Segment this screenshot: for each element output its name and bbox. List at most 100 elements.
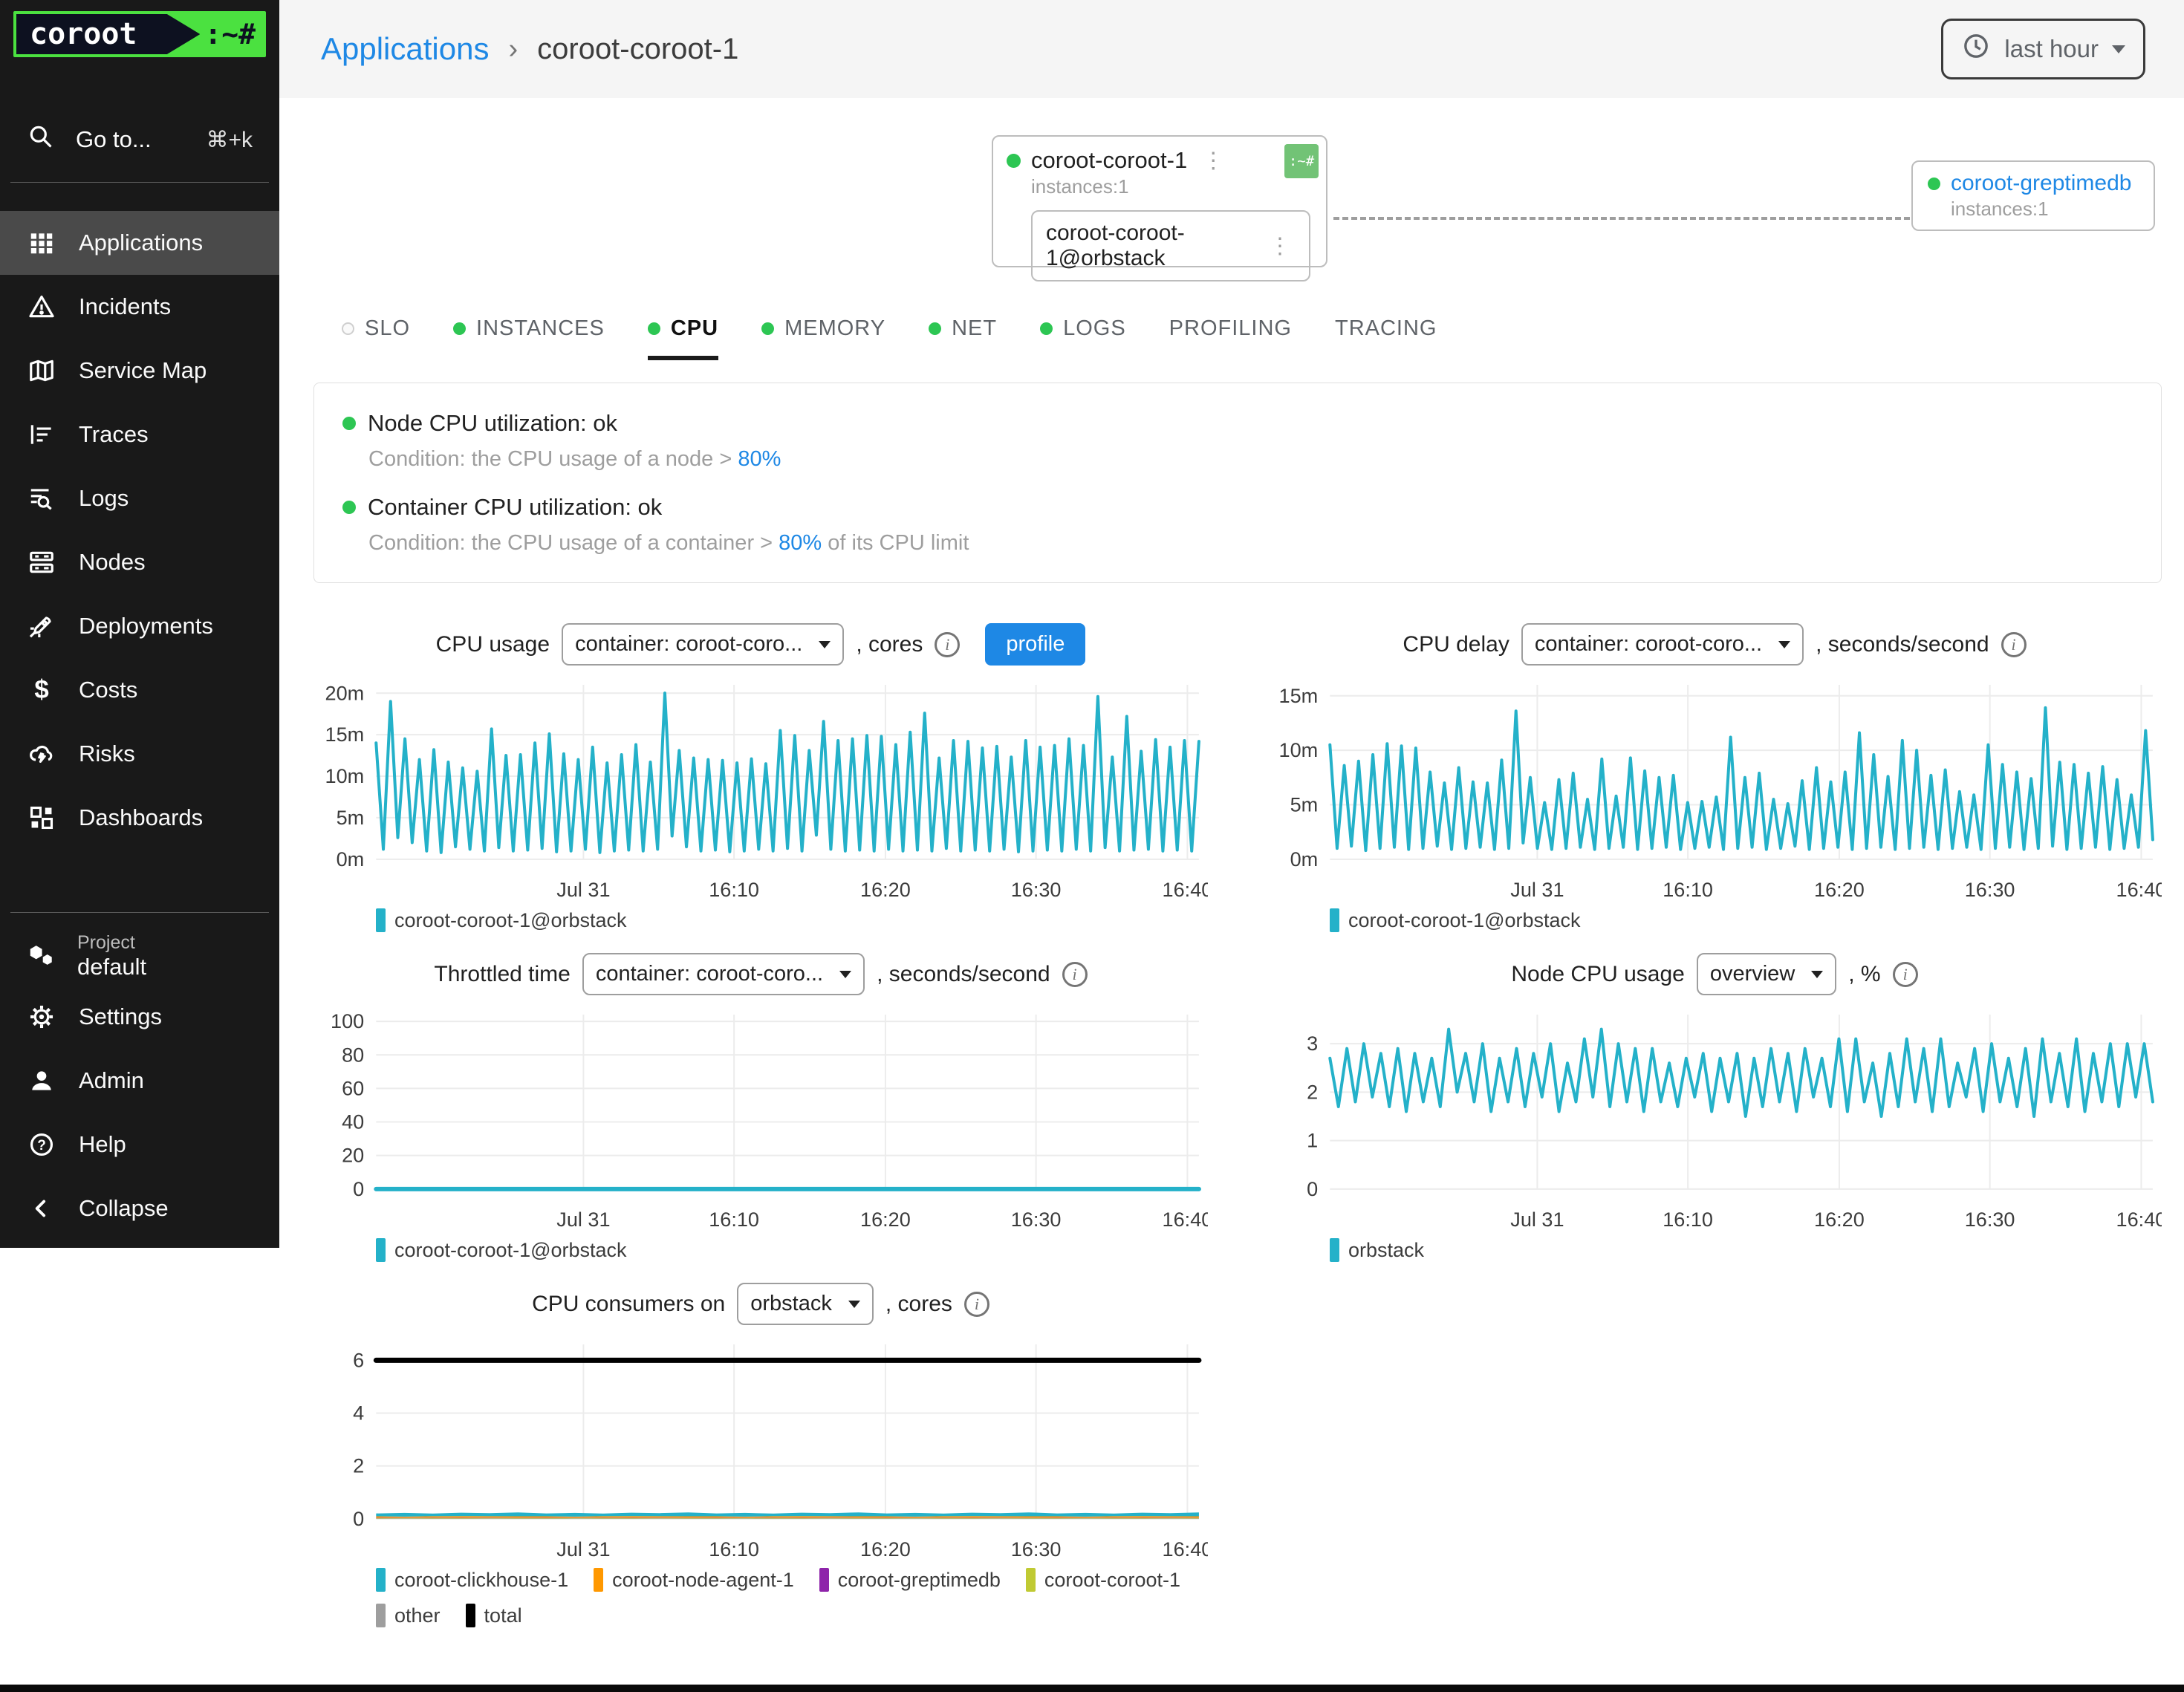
legend-item[interactable]: coroot-coroot-1 — [1026, 1568, 1180, 1592]
project-switcher[interactable]: Project default — [0, 913, 279, 985]
clock-icon — [1961, 31, 1991, 67]
rocket-icon — [27, 612, 56, 640]
throttled-time-plot[interactable]: 020406080100Jul 3116:1016:2016:3016:40 — [313, 1003, 1208, 1235]
svg-text:15m: 15m — [1279, 684, 1319, 707]
tab-memory[interactable]: MEMORY — [761, 316, 885, 360]
legend-item[interactable]: other — [376, 1604, 441, 1627]
legend-label: coroot-greptimedb — [838, 1569, 1001, 1592]
node-select[interactable]: orbstack — [737, 1283, 874, 1325]
kebab-menu-icon[interactable]: ⋮ — [1264, 233, 1296, 259]
sidebar-item-costs[interactable]: $ Costs — [0, 658, 279, 722]
svg-text:0: 0 — [353, 1177, 364, 1200]
chart-title: CPU consumers on — [532, 1292, 725, 1317]
chart-throttled-time: Throttled time container: coroot-coro...… — [313, 953, 1208, 1262]
sidebar-item-deployments[interactable]: Deployments — [0, 594, 279, 658]
dollar-icon: $ — [27, 676, 56, 704]
sidebar-item-nodes[interactable]: Nodes — [0, 530, 279, 594]
svg-text:16:20: 16:20 — [1814, 1208, 1865, 1231]
sidebar: coroot :~# Go to... ⌘+k Applications — [0, 0, 279, 1248]
node-cpu-usage-plot[interactable]: 0123Jul 3116:1016:2016:3016:40 — [1267, 1003, 2162, 1235]
legend-item[interactable]: coroot-clickhouse-1 — [376, 1568, 568, 1592]
legend-item[interactable]: coroot-coroot-1@orbstack — [1330, 908, 1581, 932]
breadcrumb-applications-link[interactable]: Applications — [321, 31, 489, 67]
upstream-name-link[interactable]: coroot-greptimedb — [1951, 171, 2131, 196]
instance-box[interactable]: coroot-coroot-1@orbstack ⋮ — [1031, 210, 1310, 282]
legend-swatch — [1330, 908, 1339, 932]
sidebar-item-settings[interactable]: Settings — [0, 985, 279, 1049]
legend-item[interactable]: total — [466, 1604, 522, 1627]
sidebar-item-service-map[interactable]: Service Map — [0, 339, 279, 403]
time-range-picker[interactable]: last hour — [1941, 19, 2145, 79]
view-select[interactable]: overview — [1697, 953, 1836, 995]
svg-text:60: 60 — [342, 1076, 364, 1099]
svg-text:Jul 31: Jul 31 — [556, 878, 610, 901]
legend-item[interactable]: coroot-greptimedb — [819, 1568, 1001, 1592]
svg-text:0m: 0m — [337, 847, 365, 871]
sidebar-item-logs[interactable]: Logs — [0, 466, 279, 530]
svg-text:80: 80 — [342, 1043, 364, 1066]
svg-text:5m: 5m — [337, 806, 365, 829]
sidebar-item-applications[interactable]: Applications — [0, 211, 279, 275]
container-select[interactable]: container: coroot-coro... — [562, 623, 844, 666]
kebab-menu-icon[interactable]: ⋮ — [1197, 148, 1229, 174]
chart-title: Throttled time — [434, 962, 570, 987]
sidebar-item-incidents[interactable]: Incidents — [0, 275, 279, 339]
tab-profiling[interactable]: PROFILING — [1169, 316, 1292, 360]
logo-suffix: :~# — [200, 14, 263, 54]
info-icon[interactable]: i — [964, 1292, 989, 1317]
legend-item[interactable]: coroot-coroot-1@orbstack — [376, 1238, 627, 1262]
legend-item[interactable]: coroot-coroot-1@orbstack — [376, 908, 627, 932]
app-card: coroot-coroot-1 ⋮ :~# instances:1 coroot… — [992, 135, 1327, 267]
tab-status-dot — [761, 322, 774, 335]
chevron-down-icon — [819, 641, 831, 648]
cpu-delay-plot[interactable]: 0m5m10m15mJul 3116:1016:2016:3016:40 — [1267, 673, 2162, 905]
cpu-usage-plot[interactable]: 0m5m10m15m20mJul 3116:1016:2016:3016:40 — [313, 673, 1208, 905]
status-dot — [1007, 154, 1021, 168]
app-instances-count: instances:1 — [1031, 175, 1313, 198]
sidebar-item-risks[interactable]: Risks — [0, 722, 279, 786]
info-icon[interactable]: i — [935, 632, 960, 657]
storm-cloud-icon — [27, 740, 56, 768]
tab-slo[interactable]: SLO — [342, 316, 410, 360]
profile-button[interactable]: profile — [985, 623, 1085, 666]
tab-cpu[interactable]: CPU — [648, 316, 718, 360]
svg-text:3: 3 — [1307, 1032, 1318, 1055]
tab-instances[interactable]: INSTANCES — [453, 316, 605, 360]
chart-legend: coroot-coroot-1@orbstack — [376, 908, 1208, 932]
info-icon[interactable]: i — [2001, 632, 2027, 657]
tab-tracing[interactable]: TRACING — [1335, 316, 1437, 360]
tab-logs[interactable]: LOGS — [1040, 316, 1126, 360]
legend-swatch — [376, 1568, 386, 1592]
sidebar-item-traces[interactable]: Traces — [0, 403, 279, 466]
sidebar-item-dashboards[interactable]: Dashboards — [0, 786, 279, 850]
svg-text:16:20: 16:20 — [860, 1208, 911, 1231]
svg-text:Jul 31: Jul 31 — [1510, 1208, 1564, 1231]
legend-swatch — [594, 1568, 603, 1592]
search-icon — [27, 123, 55, 157]
chevron-down-icon — [848, 1301, 860, 1308]
dashboards-icon — [27, 804, 56, 832]
threshold-link[interactable]: 80% — [779, 531, 822, 555]
warning-triangle-icon — [27, 293, 56, 321]
legend-item[interactable]: orbstack — [1330, 1238, 1424, 1262]
person-icon — [27, 1067, 56, 1095]
svg-text:Jul 31: Jul 31 — [556, 1208, 610, 1231]
svg-text:16:30: 16:30 — [1011, 878, 1062, 901]
chart-unit: , seconds/second — [877, 962, 1050, 987]
container-select[interactable]: container: coroot-coro... — [1521, 623, 1804, 666]
tab-net[interactable]: NET — [929, 316, 997, 360]
info-icon[interactable]: i — [1062, 962, 1088, 987]
goto-search[interactable]: Go to... ⌘+k — [0, 111, 279, 169]
sidebar-collapse[interactable]: Collapse — [0, 1177, 279, 1240]
container-select[interactable]: container: coroot-coro... — [582, 953, 865, 995]
threshold-link[interactable]: 80% — [738, 447, 781, 471]
svg-text:1: 1 — [1307, 1129, 1318, 1152]
sidebar-item-help[interactable]: ? Help — [0, 1113, 279, 1177]
sidebar-item-admin[interactable]: Admin — [0, 1049, 279, 1113]
coroot-logo[interactable]: coroot :~# — [13, 11, 266, 57]
info-icon[interactable]: i — [1893, 962, 1918, 987]
cpu-consumers-plot[interactable]: 0246Jul 3116:1016:2016:3016:40 — [313, 1333, 1208, 1565]
tab-label: NET — [952, 316, 997, 341]
legend-item[interactable]: coroot-node-agent-1 — [594, 1568, 794, 1592]
main-content: Applications › coroot-coroot-1 last hour… — [279, 0, 2184, 1627]
